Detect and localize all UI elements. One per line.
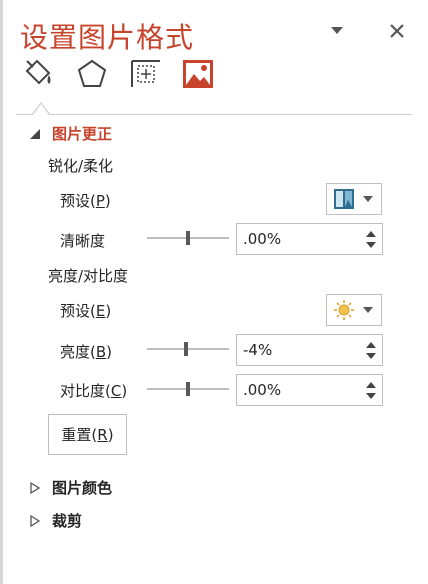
sharpen-preset-dropdown[interactable] xyxy=(326,183,382,215)
contrast-spinner xyxy=(236,374,383,406)
brightness-contrast-label: 亮度/对比度 xyxy=(48,267,129,285)
contrast-input[interactable] xyxy=(237,375,363,405)
section-title: 图片颜色 xyxy=(52,479,113,497)
sharpen-soften-label: 锐化/柔化 xyxy=(48,157,114,175)
increment-arrow-icon[interactable] xyxy=(366,342,376,348)
chevron-down-icon xyxy=(363,196,373,202)
sharpness-slider[interactable] xyxy=(147,231,229,245)
section-crop[interactable]: 裁剪 xyxy=(28,510,82,531)
sharpen-preset-icon xyxy=(334,189,354,209)
sharpen-preset-label: 预设(P) xyxy=(60,192,111,210)
increment-arrow-icon[interactable] xyxy=(366,382,376,388)
decrement-arrow-icon[interactable] xyxy=(366,393,376,399)
slider-thumb[interactable] xyxy=(186,382,190,396)
contrast-slider[interactable] xyxy=(147,382,229,396)
brightness-input[interactable] xyxy=(237,335,363,365)
format-picture-pane: 设置图片格式 图片更正 锐化/柔化 预设(P) 清晰度 .00% 亮度/对比度 … xyxy=(0,0,428,584)
collapsed-arrow-icon xyxy=(30,481,41,494)
section-picture-corrections[interactable]: 图片更正 xyxy=(28,123,112,144)
expanded-arrow-icon xyxy=(30,128,40,139)
decrement-arrow-icon[interactable] xyxy=(366,353,376,359)
sharpness-label: 清晰度 xyxy=(60,232,106,250)
tab-picture[interactable] xyxy=(180,56,216,92)
section-title: 裁剪 xyxy=(52,512,83,530)
tab-size-properties[interactable] xyxy=(128,56,164,92)
brightness-spinner xyxy=(236,334,383,366)
active-tab-pointer-fill xyxy=(33,104,49,115)
sharpness-spinner xyxy=(236,223,383,255)
slider-thumb[interactable] xyxy=(184,342,188,356)
slider-track xyxy=(147,348,229,350)
picture-icon xyxy=(183,60,213,88)
reset-button[interactable]: 重置(R) xyxy=(48,414,127,455)
pane-title: 设置图片格式 xyxy=(20,21,195,54)
brightness-preset-dropdown[interactable] xyxy=(326,294,382,326)
dropdown-triangle-icon xyxy=(331,27,343,34)
pane-edge xyxy=(0,0,3,584)
size-layout-icon xyxy=(131,60,160,87)
section-picture-color[interactable]: 图片颜色 xyxy=(28,477,112,498)
brightness-preset-label: 预设(E) xyxy=(60,302,112,320)
collapsed-arrow-icon xyxy=(30,514,41,527)
paint-bucket-icon xyxy=(25,59,51,85)
sun-icon xyxy=(334,300,354,320)
tab-fill-line[interactable] xyxy=(20,56,56,92)
brightness-slider[interactable] xyxy=(147,342,229,356)
decrement-arrow-icon[interactable] xyxy=(366,242,376,248)
pane-options-button[interactable] xyxy=(324,18,350,44)
pentagon-icon xyxy=(77,59,107,87)
close-icon xyxy=(390,24,404,38)
tab-divider xyxy=(16,114,412,115)
sharpness-input[interactable] xyxy=(237,224,363,254)
tab-effects[interactable] xyxy=(74,56,110,92)
chevron-down-icon xyxy=(363,307,373,313)
close-button[interactable] xyxy=(384,18,410,44)
brightness-label: 亮度(B) xyxy=(60,343,113,361)
slider-thumb[interactable] xyxy=(186,231,190,245)
section-title: 图片更正 xyxy=(52,125,113,143)
increment-arrow-icon[interactable] xyxy=(366,231,376,237)
contrast-label: 对比度(C) xyxy=(60,382,128,400)
